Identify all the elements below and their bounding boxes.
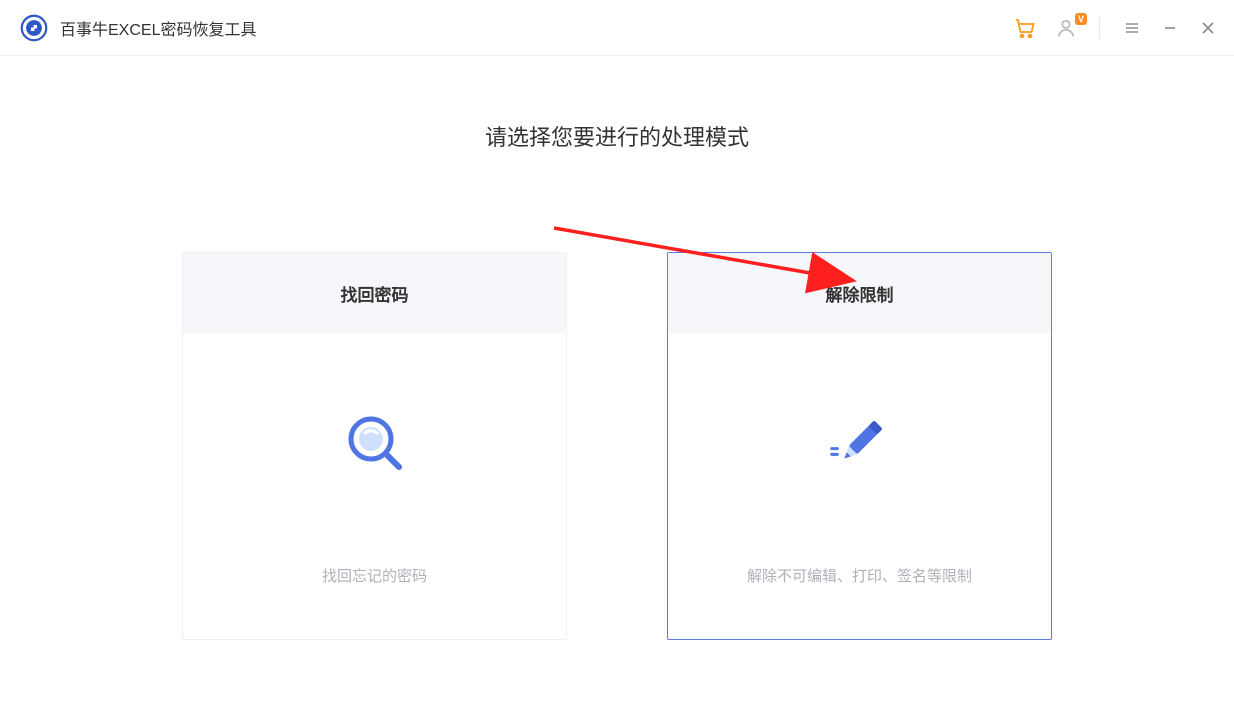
- card-recover-password[interactable]: 找回密码 找回忘记的密码: [182, 252, 567, 640]
- magnifier-icon: [343, 411, 407, 475]
- titlebar-actions: V: [1013, 16, 1218, 40]
- cart-icon[interactable]: [1013, 16, 1037, 40]
- minimize-icon[interactable]: [1160, 18, 1180, 38]
- card-desc: 找回忘记的密码: [322, 565, 427, 586]
- app-logo-icon: [20, 14, 48, 42]
- pencil-icon: [828, 411, 892, 475]
- titlebar: 百事牛EXCEL密码恢复工具 V: [0, 0, 1234, 56]
- separator: [1099, 17, 1100, 39]
- mode-cards: 找回密码 找回忘记的密码 解除限制: [182, 252, 1052, 640]
- card-remove-restriction[interactable]: 解除限制 解除不可编辑、打印、签名等限制: [667, 252, 1052, 640]
- main-content: 请选择您要进行的处理模式 找回密码 找回忘记的密码 解除限制: [0, 56, 1234, 640]
- close-icon[interactable]: [1198, 18, 1218, 38]
- card-title: 找回密码: [183, 253, 566, 333]
- vip-badge: V: [1075, 13, 1087, 25]
- card-body: 找回忘记的密码: [183, 333, 566, 639]
- mode-prompt: 请选择您要进行的处理模式: [485, 120, 749, 152]
- card-title: 解除限制: [668, 253, 1051, 333]
- menu-icon[interactable]: [1122, 18, 1142, 38]
- card-body: 解除不可编辑、打印、签名等限制: [668, 333, 1051, 639]
- app-title: 百事牛EXCEL密码恢复工具: [60, 16, 1013, 40]
- card-desc: 解除不可编辑、打印、签名等限制: [747, 565, 972, 586]
- user-icon[interactable]: V: [1055, 17, 1077, 39]
